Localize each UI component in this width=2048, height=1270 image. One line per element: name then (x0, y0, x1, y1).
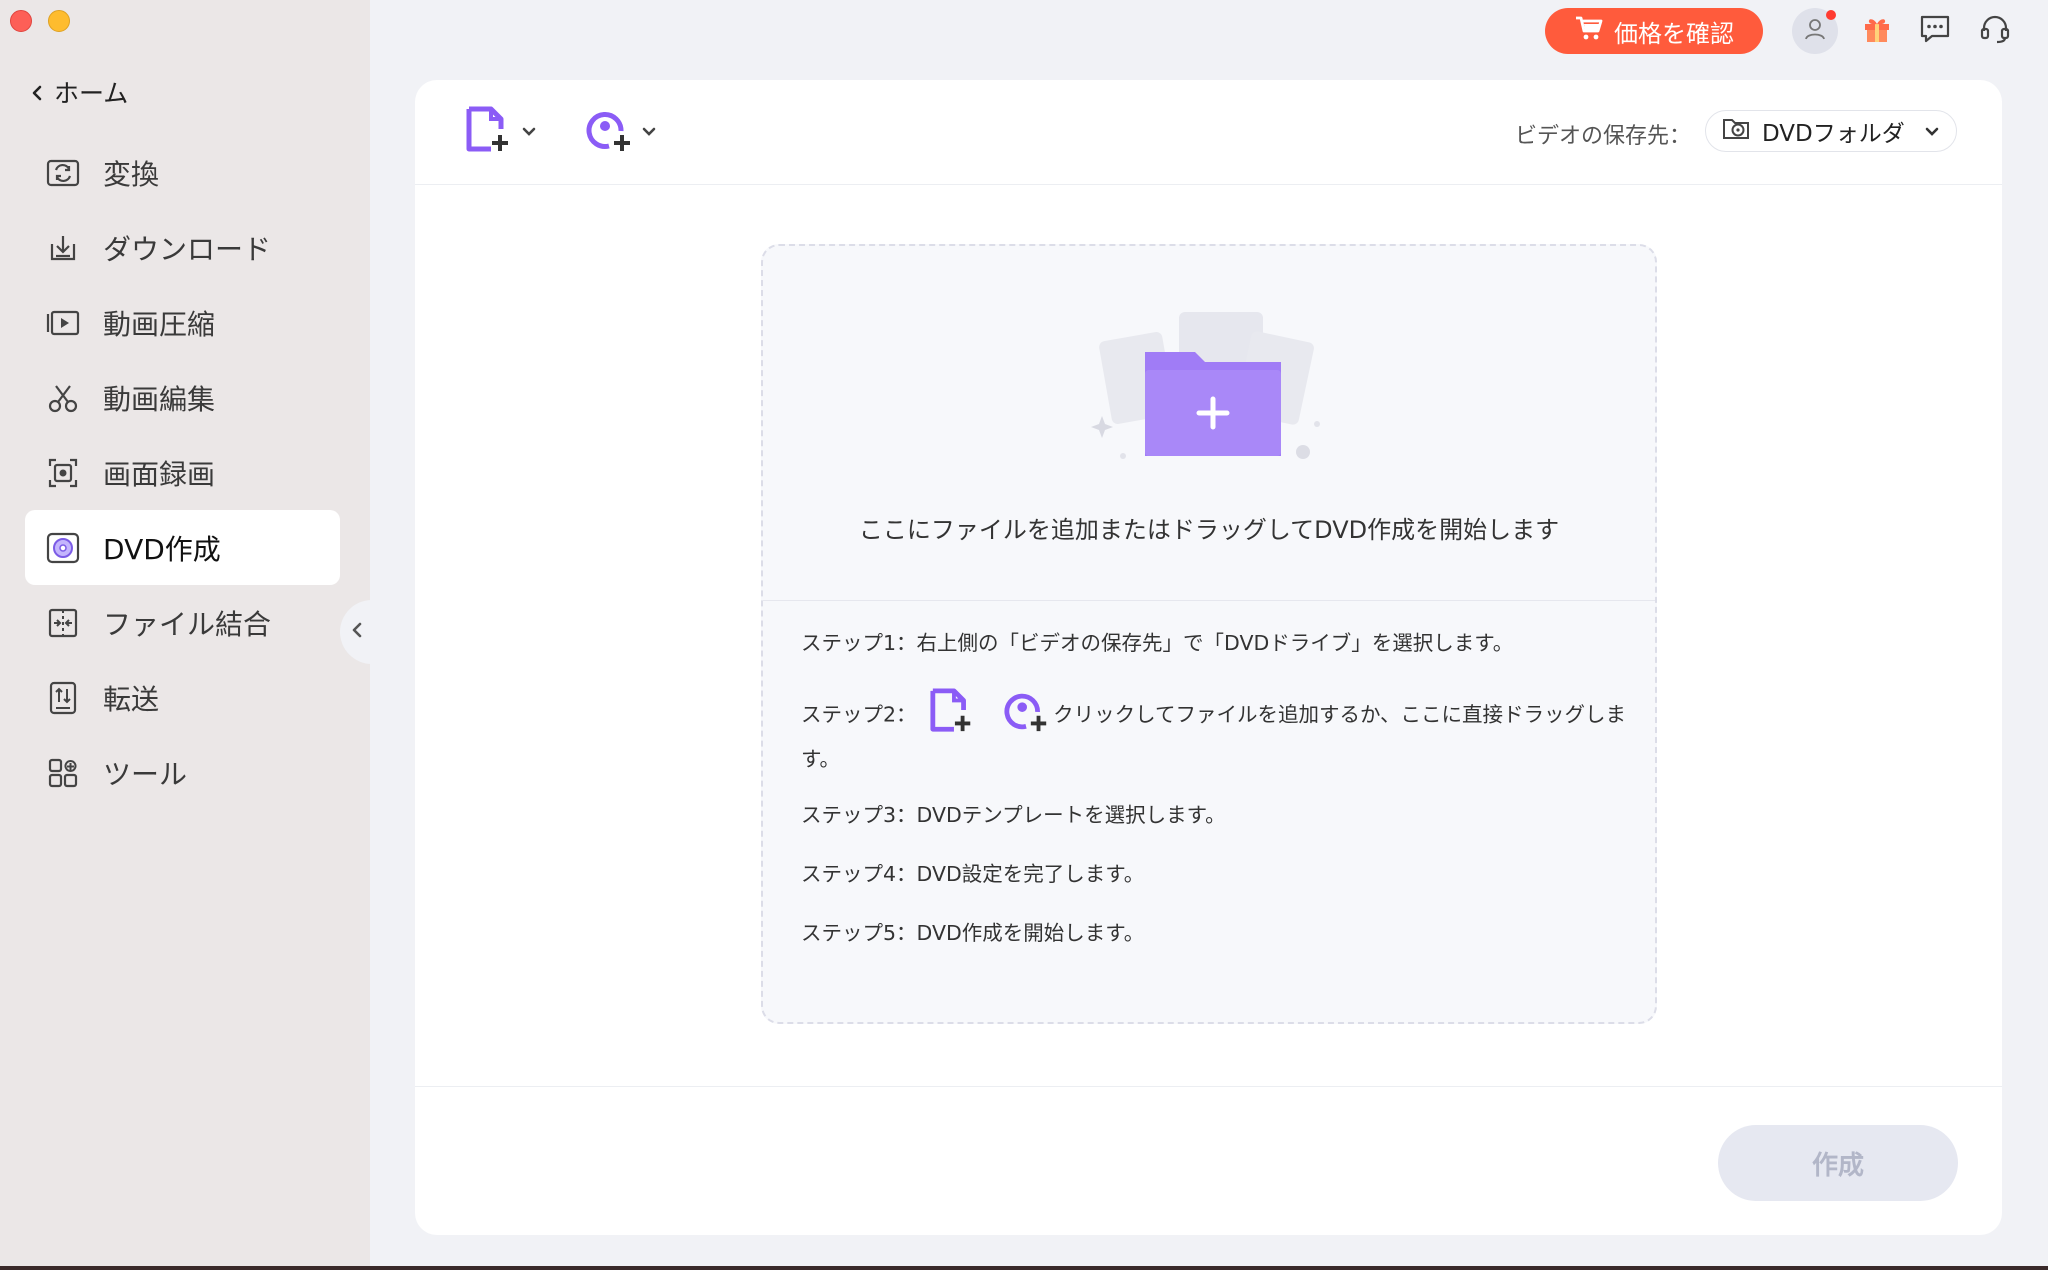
add-folder-illustration (1083, 306, 1333, 476)
chat-icon (1919, 14, 1951, 48)
sidebar-item-label: ダウンロード (103, 232, 272, 266)
steps-list: ステップ1：右上側の「ビデオの保存先」で「DVDドライブ」を選択します。 ステッ… (801, 624, 1631, 953)
drop-zone-header[interactable]: ここにファイルを追加またはドラッグしてDVD作成を開始します (763, 246, 1655, 601)
chevron-left-icon (30, 78, 44, 107)
dvd-icon (45, 530, 81, 566)
minimize-window-button[interactable] (48, 10, 70, 32)
sidebar-item-merge[interactable]: ファイル結合 (25, 585, 340, 660)
dvd-folder-icon (1722, 115, 1750, 147)
step-3: ステップ3：DVDテンプレートを選択します。 (801, 803, 1226, 828)
app-window: ホーム 変換 ダウンロード 動画圧縮 動画編集 画面録画 DVD作成 ファイル結… (0, 0, 2048, 1266)
sidebar-item-label: DVD作成 (103, 532, 221, 566)
feedback-button[interactable] (1912, 8, 1958, 54)
drop-zone-instruction: ここにファイルを追加またはドラッグしてDVD作成を開始します (858, 516, 1560, 544)
compress-icon (45, 305, 81, 341)
add-dvd-icon (1003, 687, 1051, 744)
sidebar-item-label: 動画編集 (103, 382, 216, 416)
user-icon (1803, 17, 1827, 45)
save-to-label: ビデオの保存先： (1515, 124, 1692, 149)
sidebar-item-label: ツール (103, 757, 188, 791)
sidebar-item-label: ファイル結合 (103, 607, 272, 641)
cart-icon (1574, 15, 1604, 47)
merge-icon (45, 605, 81, 641)
support-button[interactable] (1972, 8, 2018, 54)
create-button[interactable]: 作成 (1718, 1125, 1958, 1201)
toolbar: ビデオの保存先： DVDフォルダ (415, 80, 2002, 185)
sidebar-item-label: 転送 (103, 682, 160, 716)
sidebar-item-download[interactable]: ダウンロード (25, 210, 340, 285)
add-file-icon (929, 687, 977, 744)
add-file-icon (465, 105, 515, 159)
transfer-icon (45, 680, 81, 716)
gift-icon (1861, 13, 1893, 49)
sidebar-item-transfer[interactable]: 転送 (25, 660, 340, 735)
sidebar-item-compress[interactable]: 動画圧縮 (25, 285, 340, 360)
sidebar-item-label: 動画圧縮 (103, 307, 216, 341)
chevron-down-icon[interactable] (521, 123, 537, 142)
chevron-down-icon (1924, 118, 1940, 144)
close-window-button[interactable] (10, 10, 32, 32)
scissors-icon (45, 380, 81, 416)
sidebar-item-tools[interactable]: ツール (25, 735, 340, 810)
save-to-select[interactable]: DVDフォルダ (1705, 110, 1957, 152)
account-button[interactable] (1792, 8, 1838, 54)
step-5: ステップ5：DVD作成を開始します。 (801, 921, 1145, 946)
footer-divider (415, 1086, 2002, 1087)
main-panel: ビデオの保存先： DVDフォルダ ここにファイルを追加またはドラッグしてDVD作… (415, 80, 2002, 1235)
add-dvd-icon (585, 105, 635, 159)
notification-dot (1826, 10, 1836, 20)
check-price-label: 価格を確認 (1614, 19, 1734, 48)
sidebar-item-convert[interactable]: 変換 (25, 135, 340, 210)
step-2: ステップ2： クリックしてファイルを追加するか、ここに直接ドラッグします。 (801, 687, 1631, 775)
collapse-sidebar-button[interactable] (340, 600, 374, 664)
chevron-down-icon[interactable] (641, 123, 657, 142)
sidebar-item-dvd[interactable]: DVD作成 (25, 510, 340, 585)
step-1: ステップ1：右上側の「ビデオの保存先」で「DVDドライブ」を選択します。 (801, 631, 1514, 655)
sidebar-item-label: 画面録画 (103, 457, 216, 491)
download-icon (45, 230, 81, 266)
sidebar: ホーム 変換 ダウンロード 動画圧縮 動画編集 画面録画 DVD作成 ファイル結… (0, 0, 374, 1266)
sidebar-nav: 変換 ダウンロード 動画圧縮 動画編集 画面録画 DVD作成 ファイル結合 転送… (25, 135, 340, 810)
tools-icon (45, 755, 81, 791)
screen-record-icon (45, 455, 81, 491)
step-2-prefix: ステップ2： (801, 702, 917, 727)
file-drop-zone[interactable]: ここにファイルを追加またはドラッグしてDVD作成を開始します ステップ1：右上側… (761, 244, 1657, 1024)
add-dvd-button[interactable] (585, 106, 657, 158)
step-2-text: クリックしてファイルを追加するか、ここに直接ドラッグします。 (801, 702, 1627, 771)
chevron-left-icon (351, 622, 363, 642)
check-price-button[interactable]: 価格を確認 (1545, 8, 1763, 54)
save-to-value: DVDフォルダ (1762, 121, 1905, 147)
headset-icon (1979, 13, 2011, 49)
home-link[interactable]: ホーム (30, 74, 128, 110)
sidebar-item-label: 変換 (103, 157, 160, 191)
step-4: ステップ4：DVD設定を完了します。 (801, 862, 1145, 887)
home-label: ホーム (54, 79, 129, 108)
convert-icon (45, 155, 81, 191)
add-file-button[interactable] (465, 106, 537, 158)
gift-button[interactable] (1854, 8, 1900, 54)
sidebar-item-screen-record[interactable]: 画面録画 (25, 435, 340, 510)
sidebar-item-edit[interactable]: 動画編集 (25, 360, 340, 435)
